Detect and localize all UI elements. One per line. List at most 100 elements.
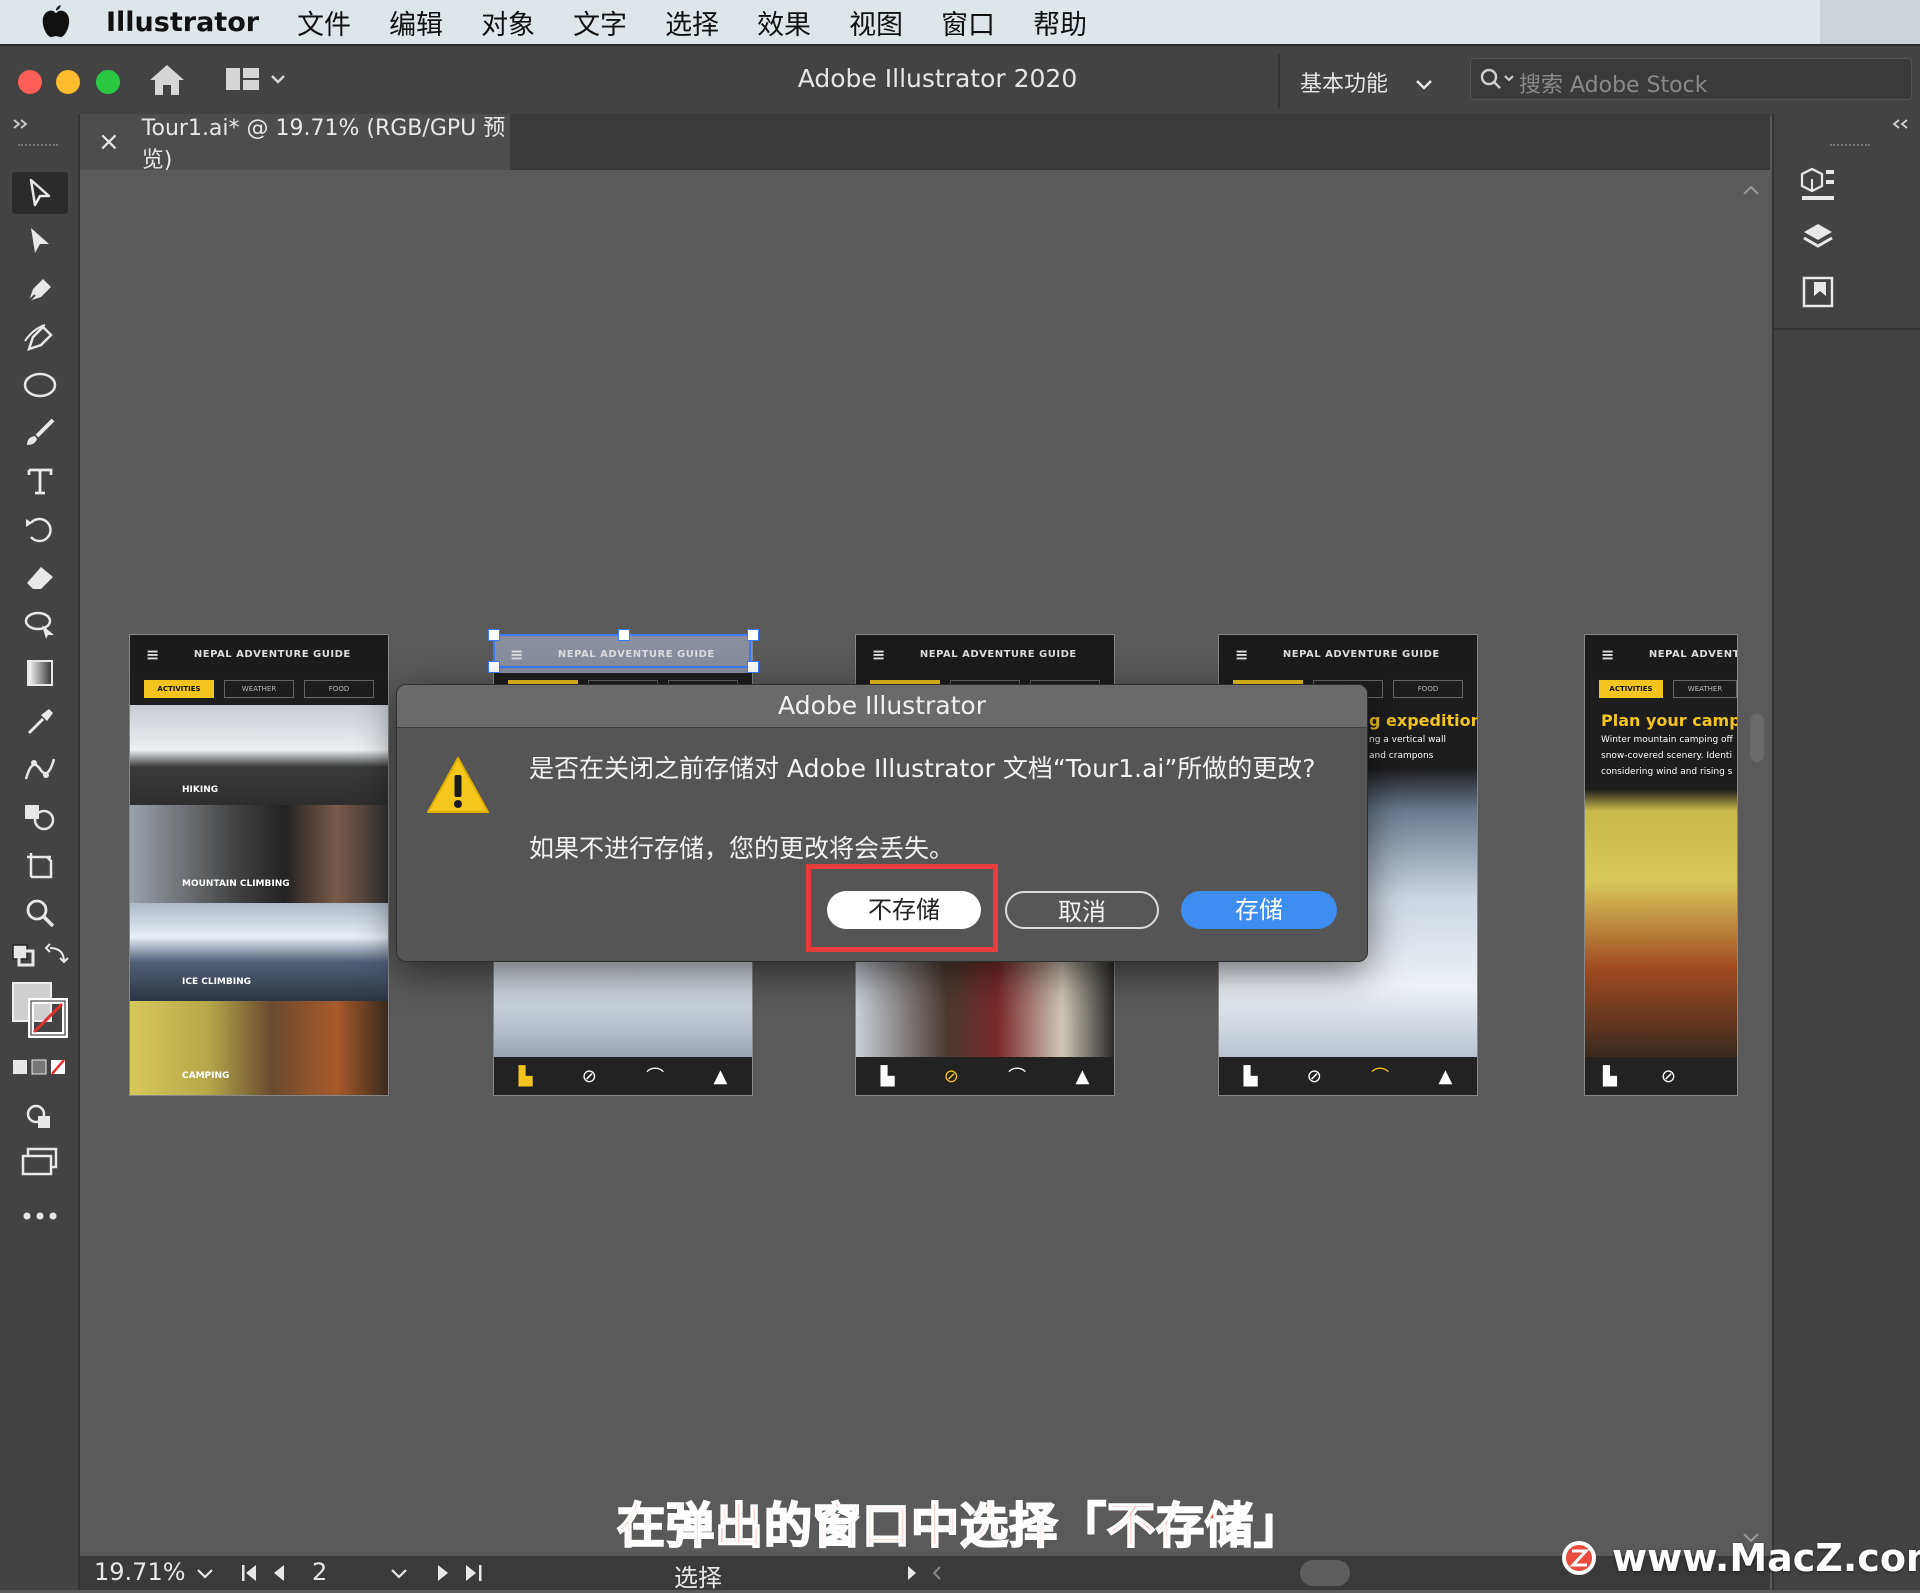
menu-view[interactable]: 视图: [849, 3, 903, 42]
expand-panel-icon[interactable]: [12, 118, 32, 130]
swap-fill-stroke-icon[interactable]: [10, 942, 70, 972]
cancel-button[interactable]: 取消: [1005, 891, 1159, 929]
gradient-tool[interactable]: [12, 652, 68, 694]
menu-app-name[interactable]: Illustrator: [106, 7, 259, 38]
hiking-photo: HIKING: [130, 705, 388, 805]
ice-axe-icon: ⌒: [1371, 1067, 1390, 1088]
eraser-tool[interactable]: [12, 556, 68, 598]
zoom-level[interactable]: 19.71%: [94, 1558, 186, 1586]
artboard-header-label: NEPAL ADVENTURE GUIDE: [193, 648, 351, 660]
status-menu-arrows-icon[interactable]: [906, 1564, 946, 1582]
paintbrush-tool[interactable]: [12, 412, 68, 454]
artboard-header-label: NEPAL ADVENTUR: [1648, 648, 1737, 660]
curvature-tool[interactable]: [12, 316, 68, 358]
camping-photo: Plan your camping Winter mountain campin…: [1585, 705, 1737, 1057]
rotate-tool[interactable]: [12, 508, 68, 550]
hamburger-icon: ≡: [872, 644, 886, 664]
artboard-header: ≡ NEPAL ADVENTURE GUIDE: [1219, 635, 1477, 673]
selection-handle[interactable]: [488, 661, 500, 673]
artboard-number-field[interactable]: 2: [312, 1558, 327, 1586]
screen-mode-icon[interactable]: [20, 1146, 60, 1178]
row-label-mountain-climbing: MOUNTAIN CLIMBING: [182, 879, 290, 889]
divider: [1278, 54, 1280, 108]
direct-selection-tool[interactable]: [12, 220, 68, 262]
artboard-1[interactable]: ≡ NEPAL ADVENTURE GUIDE ACTIVITIES WEATHER…: [129, 634, 389, 1096]
color-mode-icons[interactable]: [12, 1058, 68, 1078]
close-tab-icon[interactable]: ×: [98, 127, 120, 157]
selection-handle[interactable]: [488, 629, 500, 641]
selection-handle[interactable]: [618, 629, 630, 641]
artboard-icon: [27, 853, 53, 879]
selection-tool[interactable]: [12, 172, 68, 214]
divider: [1774, 328, 1920, 330]
zoom-dropdown-icon[interactable]: [196, 1568, 214, 1580]
apple-icon[interactable]: [40, 5, 70, 39]
tutorial-highlight-box: [806, 864, 998, 952]
menu-type[interactable]: 文字: [573, 3, 627, 42]
horizontal-scrollbar-thumb[interactable]: [1300, 1560, 1350, 1586]
status-bar: 19.71% 2 选择: [80, 1556, 1770, 1592]
row-label-ice-climbing: ICE CLIMBING: [182, 977, 252, 987]
stock-search-input[interactable]: 搜索 Adobe Stock: [1470, 58, 1912, 100]
document-tab[interactable]: × Tour1.ai* @ 19.71% (RGB/GPU 预览): [80, 114, 510, 173]
lasso-select-icon: [24, 611, 54, 639]
nav-food: FOOD: [1393, 680, 1463, 698]
selection-handle[interactable]: [747, 661, 759, 673]
watermark: www.MacZ.com: [1560, 1536, 1920, 1580]
eyedropper-tool[interactable]: [12, 700, 68, 742]
scroll-up-arrow-icon[interactable]: [1742, 184, 1760, 196]
lasso-tool[interactable]: [12, 604, 68, 646]
artboard-tool[interactable]: [12, 844, 68, 886]
stroke-color-swatch[interactable]: [28, 998, 68, 1038]
ice-axe-icon: ⌒: [646, 1067, 665, 1088]
nav-weather: WEATHER: [1673, 680, 1737, 698]
ellipse-tool[interactable]: [12, 364, 68, 406]
carabiner-icon: ⊘: [943, 1065, 959, 1087]
tent-icon: ▲: [1438, 1065, 1453, 1087]
boot-icon: ▙: [518, 1065, 533, 1087]
more-tools-icon[interactable]: [22, 1210, 58, 1222]
menu-object[interactable]: 对象: [481, 3, 535, 42]
artboard-header: ≡ NEPAL ADVENTURE GUIDE: [130, 635, 388, 673]
draw-mode-icon[interactable]: [24, 1102, 54, 1132]
menu-effect[interactable]: 效果: [757, 3, 811, 42]
menu-file[interactable]: 文件: [297, 3, 351, 42]
menu-select[interactable]: 选择: [665, 3, 719, 42]
artboard-dropdown-icon[interactable]: [390, 1568, 408, 1580]
panel-grip[interactable]: [1830, 144, 1870, 150]
hamburger-icon: ≡: [146, 644, 160, 664]
properties-panel-icon[interactable]: [1798, 164, 1838, 204]
shape-builder-tool[interactable]: [12, 796, 68, 838]
menu-bar: Illustrator 文件 编辑 对象 文字 选择 效果 视图 窗口 帮助: [0, 0, 1920, 44]
collapse-panel-icon[interactable]: [1890, 118, 1912, 130]
next-last-artboard-icon[interactable]: [434, 1562, 490, 1584]
first-prev-artboard-icon[interactable]: [240, 1562, 296, 1584]
dialog-message: 是否在关闭之前存储对 Adobe Illustrator 文档“Tour1.ai…: [529, 754, 1316, 783]
artboard-body-line: snow-covered scenery. Identi: [1601, 751, 1732, 761]
carabiner-icon: ⊘: [1660, 1065, 1676, 1087]
menu-edit[interactable]: 编辑: [389, 3, 443, 42]
save-button[interactable]: 存储: [1181, 891, 1337, 929]
menu-window[interactable]: 窗口: [941, 3, 995, 42]
workspace-switcher[interactable]: 基本功能: [1300, 66, 1433, 98]
pen-tool[interactable]: [12, 268, 68, 310]
zoom-tool[interactable]: [12, 892, 68, 934]
carabiner-icon: ⊘: [1306, 1065, 1322, 1087]
layers-panel-icon[interactable]: [1800, 220, 1836, 256]
panel-grip[interactable]: [18, 144, 58, 150]
selection-handle[interactable]: [747, 629, 759, 641]
artboard-5[interactable]: ≡ NEPAL ADVENTUR ACTIVITIES WEATHER Plan y…: [1584, 634, 1738, 1096]
puppet-warp-tool[interactable]: [12, 748, 68, 790]
ice-climbing-photo: ICE CLIMBING: [130, 903, 388, 1001]
boot-icon: ▙: [880, 1065, 895, 1087]
artboard-body-line: considering wind and rising s: [1601, 767, 1733, 777]
mountain-climbing-photo: MOUNTAIN CLIMBING: [130, 805, 388, 903]
vertical-scrollbar-thumb[interactable]: [1750, 714, 1764, 762]
carabiner-icon: ⊘: [581, 1065, 597, 1087]
pen-icon: [26, 279, 51, 304]
nav-food: FOOD: [304, 680, 374, 698]
type-tool[interactable]: [12, 460, 68, 502]
menu-help[interactable]: 帮助: [1033, 3, 1087, 42]
hamburger-icon: ≡: [1601, 644, 1615, 664]
libraries-panel-icon[interactable]: [1800, 274, 1836, 310]
